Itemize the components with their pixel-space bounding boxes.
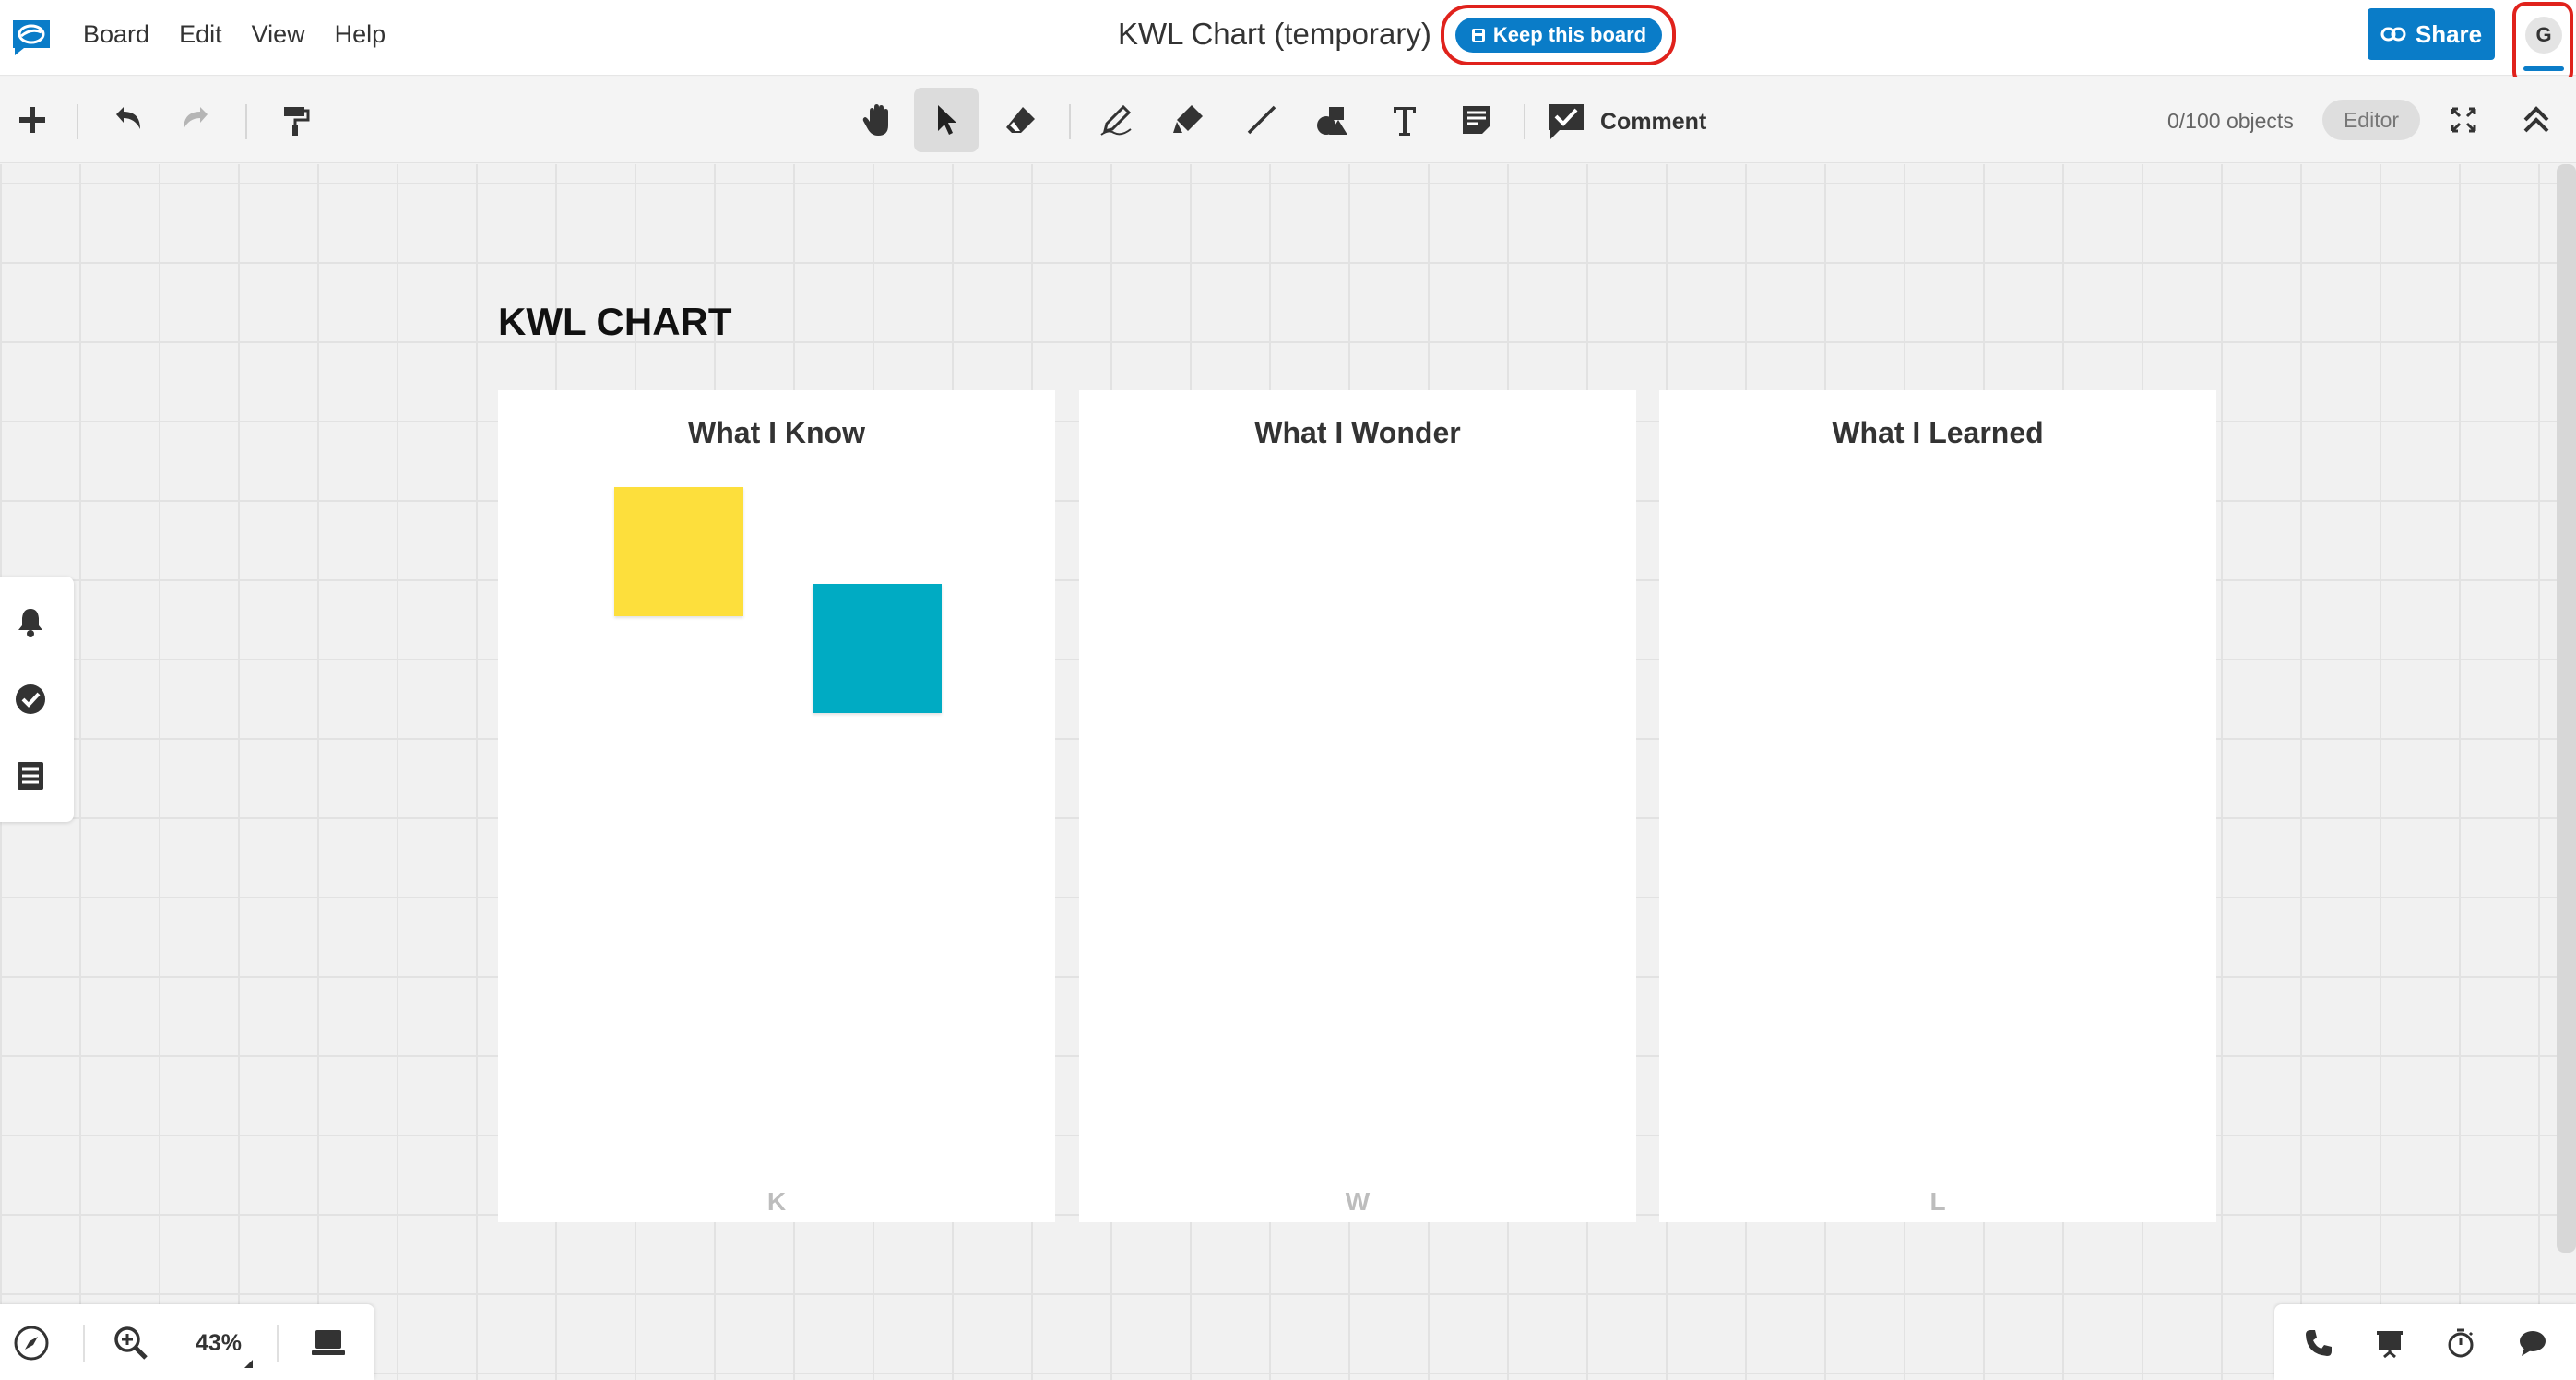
share-label: Share [2415, 19, 2483, 48]
menu-help[interactable]: Help [335, 18, 407, 51]
column-letter: L [1929, 1187, 1946, 1216]
comment-icon [1549, 104, 1584, 139]
board-heading[interactable]: KWL CHART [498, 300, 732, 344]
menu-board[interactable]: Board [83, 18, 170, 51]
select-arrow-icon[interactable] [914, 88, 979, 152]
column-heading: What I Learned [1832, 416, 2044, 449]
menu-edit[interactable]: Edit [179, 18, 243, 51]
line-icon[interactable] [1229, 88, 1294, 152]
zoom-in-icon[interactable] [111, 1323, 151, 1363]
column-learned[interactable]: What I Learned L [1659, 390, 2216, 1222]
format-painter-icon[interactable] [263, 88, 327, 152]
column-letter: K [766, 1187, 787, 1216]
toolbar-divider [1524, 104, 1525, 139]
top-menu-bar: Board Edit View Help KWL Chart (temporar… [0, 0, 2576, 85]
vertical-scrollbar[interactable] [2557, 164, 2576, 1253]
list-icon[interactable] [11, 756, 50, 795]
role-badge: Editor [2322, 100, 2420, 140]
phone-icon[interactable] [2300, 1325, 2337, 1362]
column-heading: What I Know [688, 416, 865, 449]
shapes-icon[interactable] [1300, 88, 1365, 152]
plus-icon[interactable] [0, 88, 65, 152]
panel-divider [277, 1325, 279, 1362]
sticky-note-icon[interactable] [1444, 88, 1509, 152]
eraser-icon[interactable] [989, 88, 1053, 152]
keep-board-highlight: Keep this board [1441, 5, 1676, 65]
menu-view[interactable]: View [252, 18, 326, 51]
text-icon[interactable] [1372, 88, 1437, 152]
redo-icon[interactable] [164, 88, 229, 152]
hand-icon[interactable] [845, 88, 909, 152]
side-panel [0, 577, 74, 822]
object-count: 0/100 objects [2167, 109, 2294, 133]
panel-divider [83, 1325, 85, 1362]
user-menu-highlight: G [2512, 2, 2573, 85]
keep-board-button[interactable]: Keep this board [1455, 18, 1662, 53]
tool-bar: Comment 0/100 objects Editor [0, 77, 2576, 163]
app-logo-icon[interactable] [9, 17, 53, 57]
check-circle-icon[interactable] [11, 680, 50, 719]
navigation-panel: 43% [0, 1304, 374, 1380]
highlighter-icon[interactable] [1156, 88, 1220, 152]
zoom-menu-caret-icon[interactable] [244, 1360, 253, 1368]
toolbar-divider [1069, 104, 1071, 139]
collaboration-panel [2274, 1304, 2576, 1380]
column-letter: W [1345, 1187, 1371, 1216]
bell-icon[interactable] [11, 602, 50, 641]
timer-icon[interactable] [2442, 1325, 2479, 1362]
share-button[interactable]: Share [2368, 8, 2495, 60]
fullscreen-icon[interactable] [2431, 88, 2496, 152]
column-heading: What I Wonder [1254, 416, 1461, 449]
sticky-note-yellow[interactable] [614, 487, 743, 616]
avatar[interactable]: G [2525, 17, 2562, 54]
sticky-note-teal[interactable] [813, 584, 942, 713]
save-icon [1471, 29, 1485, 42]
column-wonder[interactable]: What I Wonder W [1079, 390, 1636, 1222]
main-menu: Board Edit View Help [83, 18, 415, 51]
compass-icon[interactable] [11, 1323, 52, 1363]
screen-icon[interactable] [308, 1323, 349, 1363]
toolbar-divider [77, 104, 78, 139]
chat-icon[interactable] [2514, 1325, 2551, 1362]
pen-icon[interactable] [1084, 88, 1148, 152]
column-know[interactable]: What I Know K [498, 390, 1055, 1222]
comment-label: Comment [1600, 108, 1707, 135]
comment-button[interactable]: Comment [1545, 101, 1706, 143]
active-user-indicator [2523, 66, 2564, 71]
collapse-icon[interactable] [2504, 88, 2569, 152]
board-title[interactable]: KWL Chart (temporary) [1118, 17, 1431, 52]
toolbar-divider [245, 104, 247, 139]
presentation-icon[interactable] [2371, 1325, 2408, 1362]
undo-icon[interactable] [95, 88, 160, 152]
link-icon [2380, 27, 2406, 42]
zoom-level[interactable]: 43% [196, 1330, 242, 1357]
keep-board-label: Keep this board [1492, 23, 1647, 46]
